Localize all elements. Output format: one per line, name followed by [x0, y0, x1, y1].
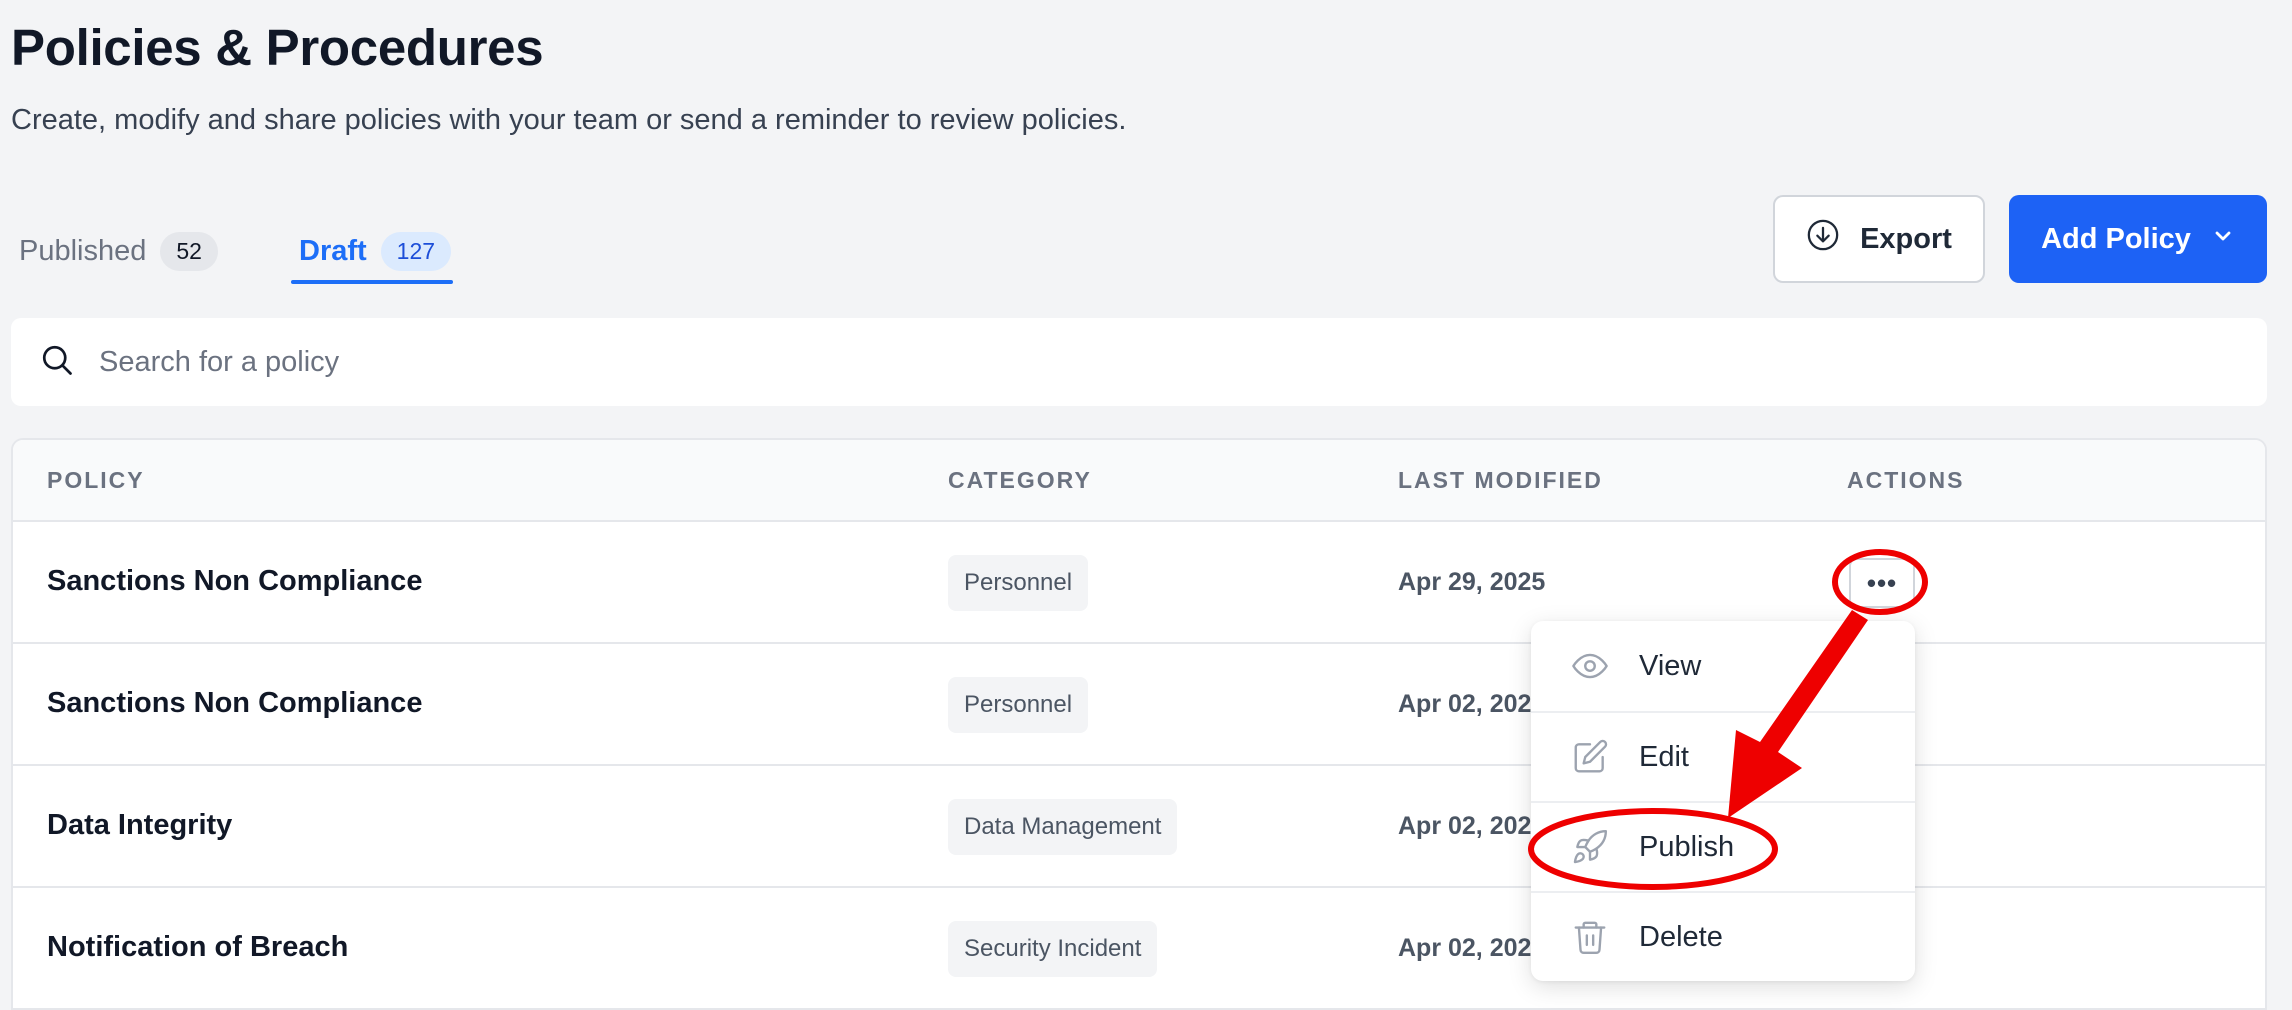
column-header-policy: POLICY [47, 467, 145, 493]
page-subtitle: Create, modify and share policies with y… [11, 104, 1127, 136]
search-input[interactable] [99, 345, 1999, 379]
menu-item-publish[interactable]: Publish [1531, 801, 1915, 891]
page-title: Policies & Procedures [11, 19, 544, 76]
rocket-icon [1571, 828, 1609, 866]
tab-draft[interactable]: Draft 127 [299, 228, 452, 274]
category-badge: Personnel [948, 555, 1089, 611]
last-modified-date: Apr 02, 2025 [1398, 690, 1546, 718]
export-button-label: Export [1860, 222, 1952, 255]
table-row[interactable]: Sanctions Non Compliance Personnel Apr 2… [13, 522, 2265, 644]
column-header-category: CATEGORY [948, 467, 1092, 493]
menu-item-view-label: View [1639, 649, 1702, 682]
active-tab-indicator [291, 280, 453, 284]
category-badge: Personnel [948, 677, 1089, 733]
row-actions-menu: View Edit Publish Delete [1531, 621, 1915, 981]
pencil-square-icon [1571, 738, 1609, 776]
trash-icon [1571, 918, 1609, 956]
tab-published-count-badge: 52 [160, 231, 218, 271]
table-row[interactable]: Notification of Breach Security Incident… [13, 888, 2265, 1010]
menu-item-edit[interactable]: Edit [1531, 711, 1915, 801]
search-bar[interactable] [11, 318, 2267, 406]
export-button[interactable]: Export [1773, 195, 1985, 283]
policies-table: POLICY CATEGORY LAST MODIFIED ACTIONS Sa… [11, 438, 2267, 1010]
tab-published-label: Published [19, 234, 147, 267]
policy-name[interactable]: Notification of Breach [47, 931, 348, 964]
column-header-actions: ACTIONS [1847, 467, 1965, 493]
tab-draft-count-badge: 127 [380, 231, 452, 271]
chevron-down-icon [2211, 223, 2235, 256]
menu-item-delete-label: Delete [1639, 920, 1723, 953]
category-badge: Data Management [948, 799, 1178, 855]
last-modified-date: Apr 02, 2025 [1398, 934, 1546, 962]
policies-page: Policies & Procedures Create, modify and… [0, 0, 2292, 1010]
menu-item-view[interactable]: View [1531, 621, 1915, 711]
policy-name[interactable]: Sanctions Non Compliance [47, 565, 422, 598]
last-modified-date: Apr 02, 2025 [1398, 812, 1546, 840]
menu-item-edit-label: Edit [1639, 740, 1689, 773]
download-circle-icon [1806, 218, 1840, 260]
add-policy-button-label: Add Policy [2041, 222, 2191, 255]
table-header: POLICY CATEGORY LAST MODIFIED ACTIONS [13, 440, 2265, 522]
tab-published[interactable]: Published 52 [19, 228, 218, 274]
category-badge: Security Incident [948, 921, 1158, 977]
row-actions-button[interactable]: ••• [1849, 558, 1915, 608]
more-horizontal-icon: ••• [1866, 567, 1898, 598]
column-header-last-modified: LAST MODIFIED [1398, 467, 1603, 493]
table-row[interactable]: Data Integrity Data Management Apr 02, 2… [13, 766, 2265, 888]
table-row[interactable]: Sanctions Non Compliance Personnel Apr 0… [13, 644, 2265, 766]
search-icon [39, 342, 75, 383]
eye-icon [1571, 647, 1609, 685]
menu-item-publish-label: Publish [1639, 830, 1735, 863]
policy-name[interactable]: Sanctions Non Compliance [47, 687, 422, 720]
add-policy-button[interactable]: Add Policy [2009, 195, 2267, 283]
last-modified-date: Apr 29, 2025 [1398, 568, 1546, 596]
tab-draft-label: Draft [299, 234, 367, 267]
menu-item-delete[interactable]: Delete [1531, 891, 1915, 981]
policy-name[interactable]: Data Integrity [47, 809, 232, 842]
